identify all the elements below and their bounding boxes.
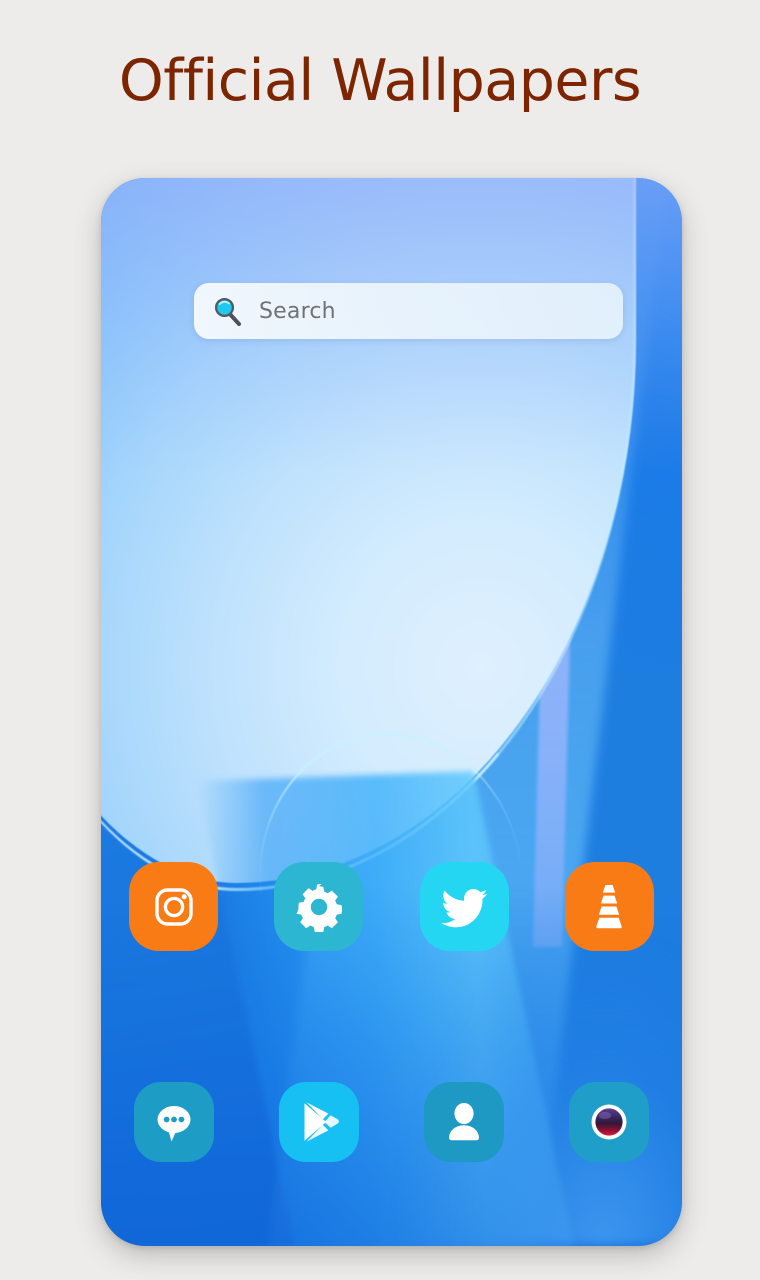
app-cell-instagram xyxy=(101,862,246,951)
search-placeholder: Search xyxy=(259,298,336,324)
app-cell-vlc xyxy=(537,862,682,951)
app-cell-settings xyxy=(246,862,391,951)
traffic-cone-icon xyxy=(586,882,632,932)
app-icon-row-2 xyxy=(101,1082,682,1162)
phone-mockup: Search xyxy=(101,178,682,1246)
camera-lens-icon xyxy=(585,1098,633,1146)
instagram-icon xyxy=(150,883,198,931)
app-cell-messages xyxy=(101,1082,246,1162)
app-icon-contacts[interactable] xyxy=(424,1082,505,1162)
page-title: Official Wallpapers xyxy=(118,48,642,114)
wallpaper-promo-page: Official Wallpapers Search xyxy=(0,0,760,1280)
app-cell-camera xyxy=(537,1082,682,1162)
app-icon-vlc[interactable] xyxy=(564,862,654,951)
app-icon-camera[interactable] xyxy=(569,1082,650,1162)
app-icon-instagram[interactable] xyxy=(129,862,219,951)
person-icon xyxy=(443,1100,485,1144)
app-icon-messages[interactable] xyxy=(133,1082,214,1162)
app-cell-twitter xyxy=(392,862,537,951)
chat-bubble-icon xyxy=(151,1100,197,1144)
app-icon-settings[interactable] xyxy=(274,862,364,951)
search-bar[interactable]: Search xyxy=(194,283,623,339)
app-cell-contacts xyxy=(392,1082,537,1162)
app-icon-play-store[interactable] xyxy=(278,1082,359,1162)
play-store-icon xyxy=(296,1099,342,1145)
search-icon xyxy=(212,296,242,326)
app-cell-play-store xyxy=(246,1082,391,1162)
twitter-bird-icon xyxy=(439,884,489,930)
gear-icon xyxy=(294,882,344,932)
app-icon-row-1 xyxy=(101,862,682,951)
app-icon-twitter[interactable] xyxy=(419,862,509,951)
